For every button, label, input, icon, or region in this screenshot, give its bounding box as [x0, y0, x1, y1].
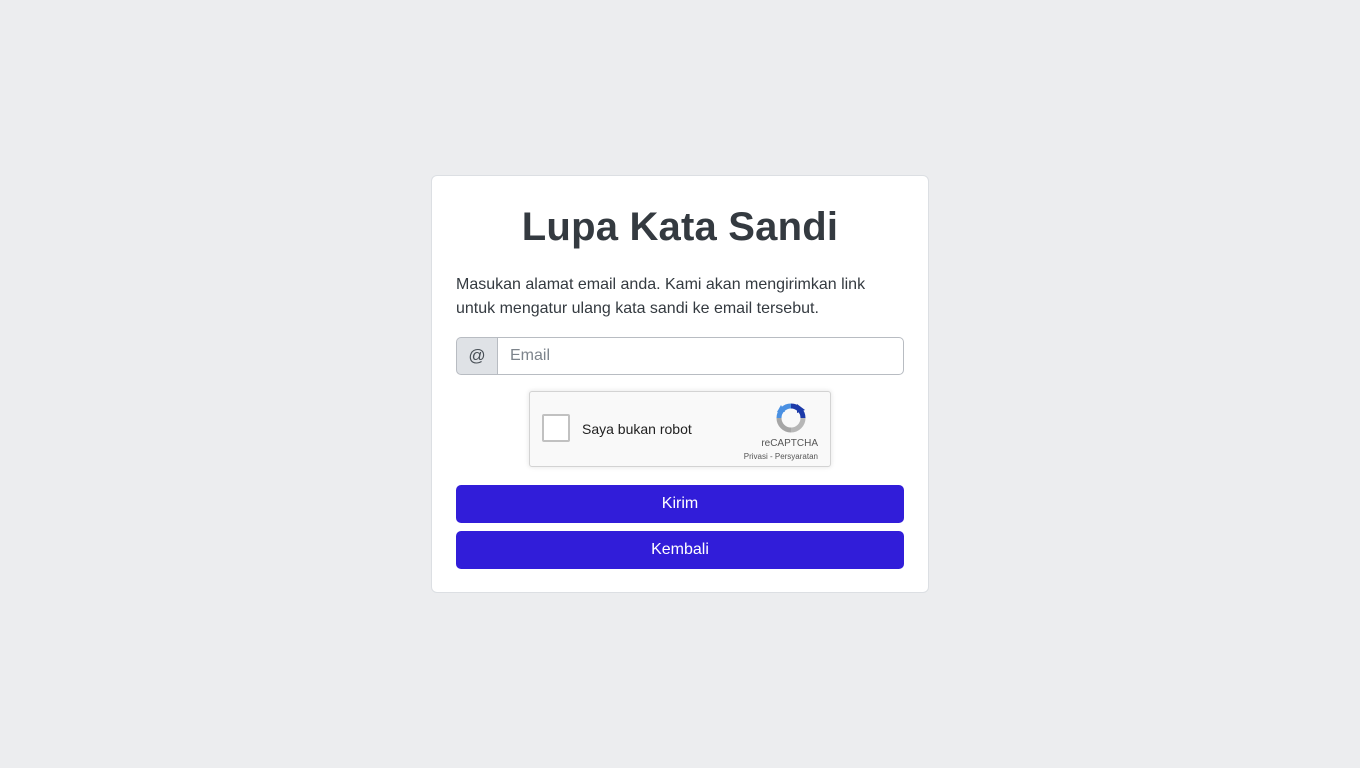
recaptcha-terms-link[interactable]: Persyaratan: [775, 452, 818, 461]
forgot-password-card: Lupa Kata Sandi Masukan alamat email and…: [431, 175, 929, 593]
instruction-text: Masukan alamat email anda. Kami akan men…: [456, 276, 866, 317]
recaptcha-checkbox[interactable]: [542, 414, 570, 442]
email-input-group: @: [456, 337, 904, 375]
recaptcha-logo-icon: [776, 403, 806, 433]
recaptcha-privacy-link[interactable]: Privasi: [744, 452, 768, 461]
recaptcha-label: Saya bukan robot: [582, 421, 692, 437]
recaptcha-links: Privasi - Persyaratan: [744, 452, 818, 461]
recaptcha-widget: Saya bukan robot reCAPTCHA Privasi - Per…: [529, 391, 831, 467]
back-button[interactable]: Kembali: [456, 531, 904, 569]
recaptcha-links-separator: -: [767, 452, 775, 461]
recaptcha-brand: reCAPTCHA: [761, 438, 818, 449]
submit-button[interactable]: Kirim: [456, 485, 904, 523]
at-sign-icon: @: [456, 337, 497, 375]
email-input[interactable]: [497, 337, 904, 375]
page-title: Lupa Kata Sandi: [521, 205, 839, 249]
